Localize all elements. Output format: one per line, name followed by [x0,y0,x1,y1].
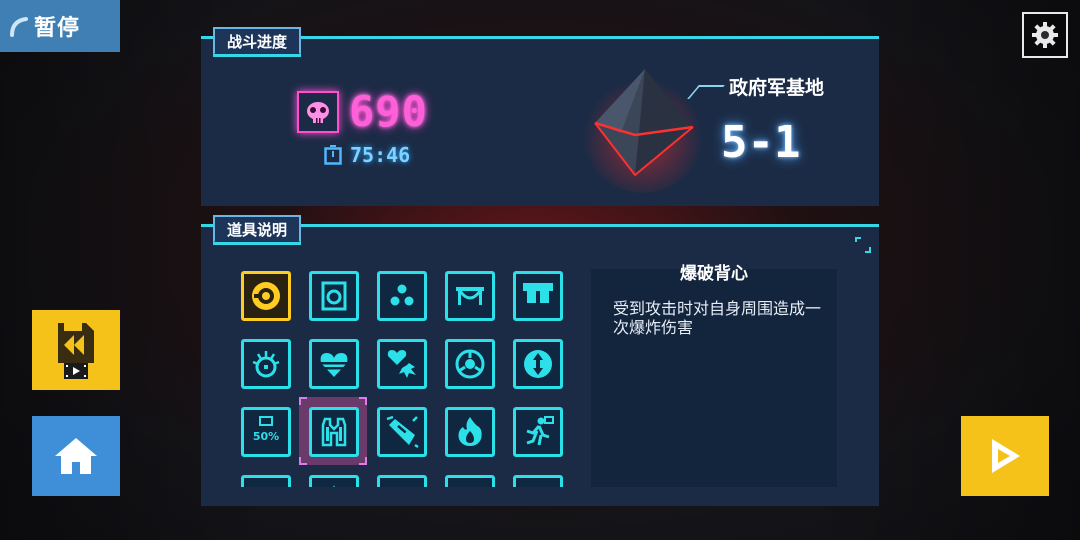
item-slot-fist-impact[interactable] [377,407,427,457]
item-slot-row4-1[interactable] [241,475,291,487]
running-man-icon [526,416,554,446]
item-name: 爆破背心 [680,264,748,284]
selection-corner-bl [299,457,307,465]
pause-label: 暂停 [34,16,81,41]
home-icon [55,438,97,474]
heart-burst-icon [387,350,416,378]
location-name: 政府军基地 [729,77,825,99]
expand-corner-icon[interactable] [855,237,871,253]
spiked-target-icon [252,351,280,378]
tri-target-icon [455,349,485,379]
flame-icon [458,417,482,446]
pause-button[interactable]: 暂停 [0,0,120,52]
item-description: 受到攻击时对自身周围造成一次爆炸伤害 [613,299,822,337]
item-slot-flame[interactable] [445,407,495,457]
battle-time: 75:46 [350,143,411,167]
item-slot-arrows-circle[interactable] [513,339,563,389]
partial-icon-1 [249,483,283,487]
item-slot-bench[interactable] [445,271,495,321]
rewind-save-icon [58,323,94,379]
kill-target-icon [297,90,339,133]
stage-crystal-icon [583,69,703,193]
three-dots-icon [390,284,414,306]
svg-text:50%: 50% [253,430,279,443]
item-slot-three-dots[interactable] [377,271,427,321]
item-slot-percent-50[interactable]: 50% [241,407,291,457]
item-detail-box: 爆破背心 受到攻击时对自身周围造成一次爆炸伤害 [591,264,837,487]
partial-icon-3 [385,483,419,487]
item-slot-row4-3[interactable] [377,475,427,487]
item-slot-spiked-target[interactable] [241,339,291,389]
item-slot-saw-blade[interactable] [241,271,291,321]
kill-counter: 690 [297,87,428,136]
partial-icon-4 [453,483,487,487]
stopwatch-icon [324,145,342,165]
item-description-panel: 道具说明 50% 爆破背心 受到攻击时对自身周围造成一次爆炸伤害 [201,215,879,506]
selection-corner-br [359,457,367,465]
battle-progress-title: 战斗进度 [213,27,302,57]
gear-icon [1032,22,1058,48]
kill-count: 690 [349,87,428,136]
vest-icon [321,417,347,447]
skull-icon [307,101,329,123]
item-slot-jaw[interactable] [513,271,563,321]
home-button[interactable] [32,416,120,496]
continue-button[interactable] [961,416,1049,496]
selection-corner-tr [359,397,367,405]
play-icon [992,439,1020,473]
replay-video-button[interactable] [32,310,120,390]
item-slot-steering-card[interactable] [309,271,359,321]
item-grid[interactable]: 50% [239,269,569,487]
saw-blade-icon [252,282,280,310]
item-slot-running-man[interactable] [513,407,563,457]
item-slot-row4-4[interactable] [445,475,495,487]
bench-icon [456,287,484,305]
item-slot-vest[interactable] [309,407,359,457]
arrows-circle-icon [524,350,552,378]
heart-stripe-icon [320,353,348,377]
item-slot-heart-stripe[interactable] [309,339,359,389]
percent-50-icon: 50% [253,416,279,443]
steering-card-icon [321,281,347,311]
item-slot-tri-target[interactable] [445,339,495,389]
item-slot-heart-burst[interactable] [377,339,427,389]
item-description-title: 道具说明 [213,215,302,245]
partial-icon-5 [521,483,555,487]
settings-button[interactable] [1022,12,1068,58]
location-pointer [687,84,725,99]
stage-location: 政府军基地 [687,73,825,100]
selection-corner-tl [299,397,307,405]
partial-icon-2 [333,485,335,487]
item-slot-row4-5[interactable] [513,475,563,487]
jaw-icon [523,283,553,303]
pause-curl-icon [10,17,28,37]
battle-progress-panel: 战斗进度 690 75:46 政府军基地 5-1 [201,27,879,206]
fist-impact-icon [386,415,419,449]
stage-number: 5-1 [721,117,801,168]
item-slot-row4-2[interactable] [309,475,359,487]
battle-timer: 75:46 [324,143,410,167]
